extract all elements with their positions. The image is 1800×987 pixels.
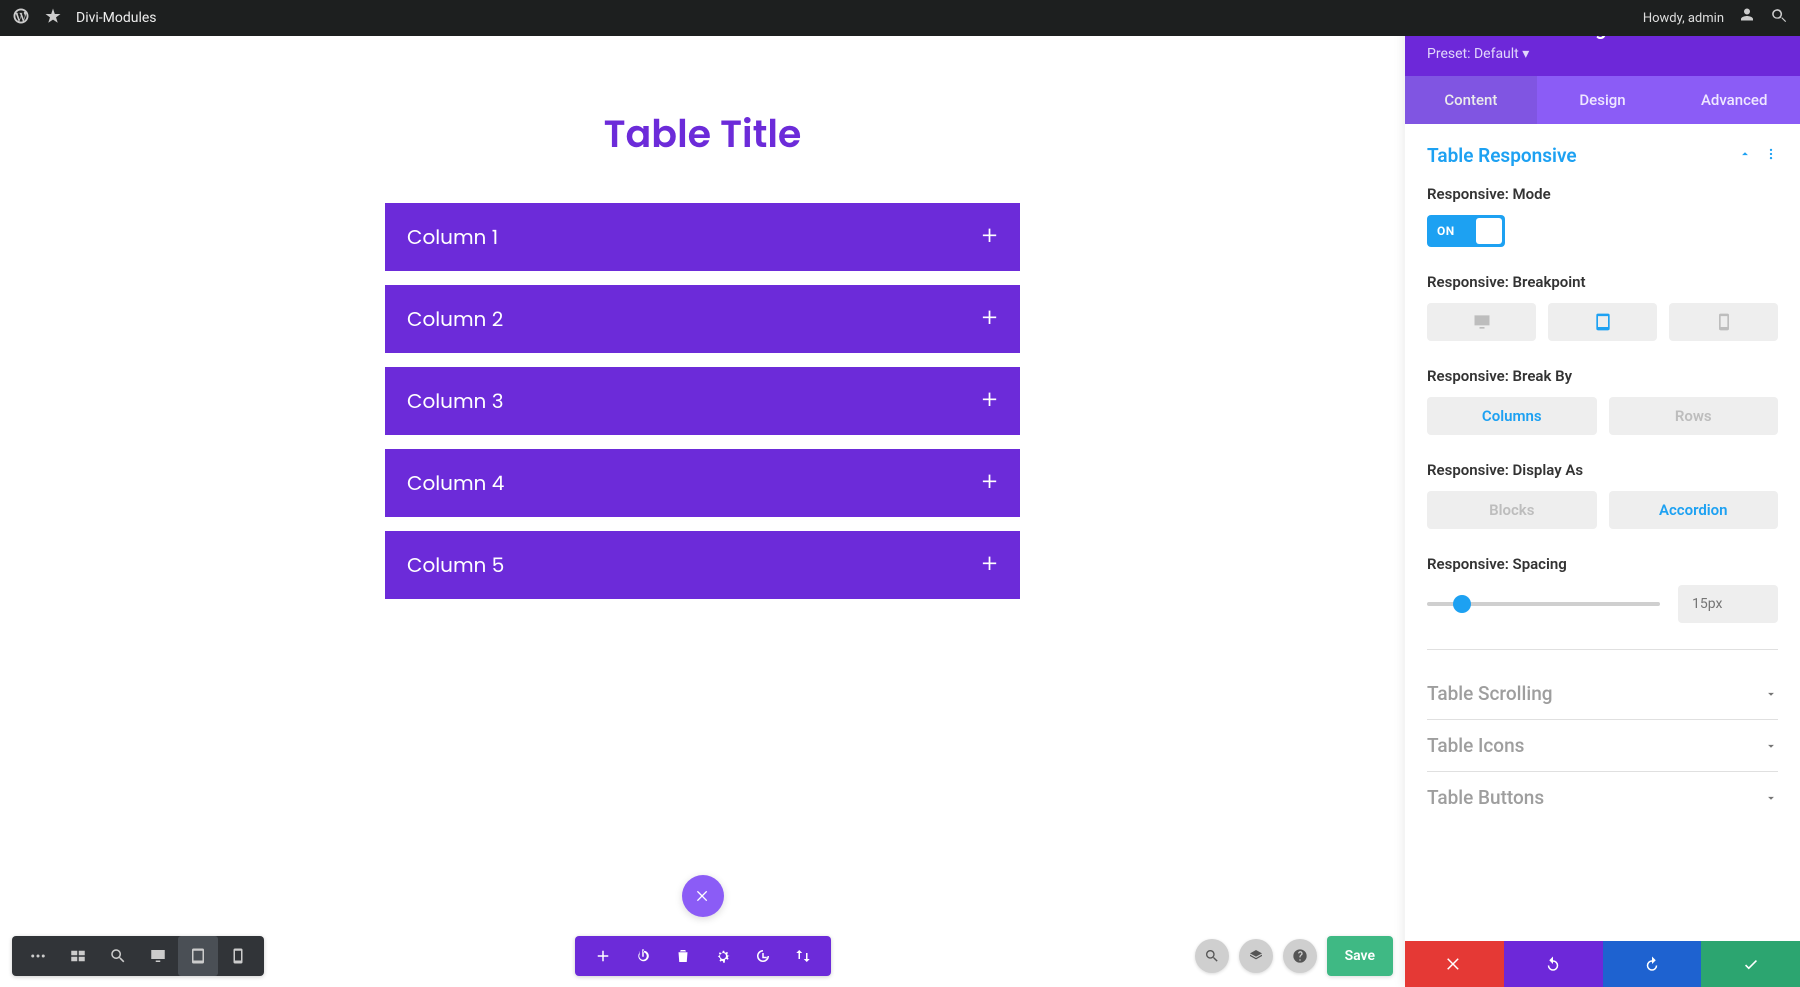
view-controls xyxy=(12,936,264,976)
toggle-responsive-mode[interactable]: ON xyxy=(1427,215,1505,247)
trash-icon[interactable] xyxy=(663,936,703,976)
field-label: Responsive: Mode xyxy=(1427,185,1778,203)
add-icon[interactable] xyxy=(583,936,623,976)
section-title: Table Scrolling xyxy=(1427,682,1553,705)
slider-track[interactable] xyxy=(1427,602,1660,606)
discard-button[interactable] xyxy=(1405,941,1504,987)
toggle-knob xyxy=(1465,215,1505,247)
plus-icon: + xyxy=(981,224,998,250)
user-icon[interactable] xyxy=(1738,7,1756,29)
site-icon[interactable] xyxy=(44,7,62,29)
section-header-responsive[interactable]: Table Responsive xyxy=(1427,144,1778,167)
settings-sidebar: Table Maker Settings Preset: Default ▾ C… xyxy=(1405,0,1800,987)
accordion-item[interactable]: Column 2 + xyxy=(385,285,1020,353)
section-title: Table Buttons xyxy=(1427,786,1544,809)
howdy-greeting[interactable]: Howdy, admin xyxy=(1643,11,1724,26)
plus-icon: + xyxy=(981,552,998,578)
history-icon[interactable] xyxy=(743,936,783,976)
preset-selector[interactable]: Preset: Default ▾ xyxy=(1427,46,1617,62)
kebab-icon[interactable] xyxy=(1764,147,1778,165)
tab-advanced[interactable]: Advanced xyxy=(1668,76,1800,124)
field-responsive-displayas: Responsive: Display As Blocks Accordion xyxy=(1427,461,1778,529)
redo-button[interactable] xyxy=(1603,941,1702,987)
layers-icon[interactable] xyxy=(1239,939,1273,973)
accordion-item[interactable]: Column 5 + xyxy=(385,531,1020,599)
chevron-up-icon xyxy=(1738,147,1752,165)
accordion-item-label: Column 1 xyxy=(407,222,498,252)
wireframe-icon[interactable] xyxy=(58,936,98,976)
accordion-item[interactable]: Column 4 + xyxy=(385,449,1020,517)
tab-design[interactable]: Design xyxy=(1537,76,1669,124)
phone-icon[interactable] xyxy=(218,936,258,976)
accordion-item-label: Column 5 xyxy=(407,550,504,580)
search-icon[interactable] xyxy=(1770,7,1788,29)
editor-viewport: Table Title Column 1 + Column 2 + Column… xyxy=(0,36,1405,987)
plus-icon: + xyxy=(981,306,998,332)
menu-icon[interactable] xyxy=(18,936,58,976)
accordion-item-label: Column 3 xyxy=(407,386,503,416)
displayas-accordion[interactable]: Accordion xyxy=(1609,491,1779,529)
tab-content[interactable]: Content xyxy=(1405,76,1537,124)
section-header-scrolling[interactable]: Table Scrolling xyxy=(1427,668,1778,719)
accordion-item[interactable]: Column 1 + xyxy=(385,203,1020,271)
field-label: Responsive: Break By xyxy=(1427,367,1778,385)
displayas-blocks[interactable]: Blocks xyxy=(1427,491,1597,529)
field-label: Responsive: Breakpoint xyxy=(1427,273,1778,291)
help-icon[interactable] xyxy=(1283,939,1317,973)
breakpoint-phone[interactable] xyxy=(1669,303,1778,341)
breakpoint-tablet[interactable] xyxy=(1548,303,1657,341)
sidebar-footer xyxy=(1405,941,1800,987)
power-icon[interactable] xyxy=(623,936,663,976)
field-responsive-breakpoint: Responsive: Breakpoint xyxy=(1427,273,1778,341)
field-label: Responsive: Spacing xyxy=(1427,555,1778,573)
desktop-icon[interactable] xyxy=(138,936,178,976)
save-button[interactable]: Save xyxy=(1327,936,1393,976)
wordpress-icon[interactable] xyxy=(12,7,30,29)
tablet-icon[interactable] xyxy=(178,936,218,976)
page-actions: Save xyxy=(1195,936,1393,976)
section-header-buttons[interactable]: Table Buttons xyxy=(1427,771,1778,823)
table-title: Table Title xyxy=(168,106,1238,163)
accordion-item-label: Column 2 xyxy=(407,304,503,334)
apply-button[interactable] xyxy=(1701,941,1800,987)
field-responsive-breakby: Responsive: Break By Columns Rows xyxy=(1427,367,1778,435)
breakby-columns[interactable]: Columns xyxy=(1427,397,1597,435)
close-builder-button[interactable] xyxy=(682,875,724,917)
sidebar-body: Table Responsive Responsive: Mode ON Res… xyxy=(1405,124,1800,941)
section-header-icons[interactable]: Table Icons xyxy=(1427,719,1778,771)
sort-icon[interactable] xyxy=(783,936,823,976)
divider xyxy=(1427,649,1778,650)
canvas: Table Title Column 1 + Column 2 + Column… xyxy=(168,36,1238,879)
chevron-down-icon xyxy=(1764,791,1778,805)
accordion-item-label: Column 4 xyxy=(407,468,504,498)
plus-icon: + xyxy=(981,388,998,414)
slider-thumb[interactable] xyxy=(1453,595,1471,613)
search-icon[interactable] xyxy=(1195,939,1229,973)
field-responsive-mode: Responsive: Mode ON xyxy=(1427,185,1778,247)
accordion-item[interactable]: Column 3 + xyxy=(385,367,1020,435)
field-label: Responsive: Display As xyxy=(1427,461,1778,479)
chevron-down-icon: ▾ xyxy=(1522,46,1529,62)
site-name[interactable]: Divi-Modules xyxy=(76,10,157,26)
wp-admin-bar: Divi-Modules Howdy, admin xyxy=(0,0,1800,36)
chevron-down-icon xyxy=(1764,687,1778,701)
accordion-columns: Column 1 + Column 2 + Column 3 + Column … xyxy=(385,203,1020,599)
section-title: Table Icons xyxy=(1427,734,1524,757)
sidebar-tabs: Content Design Advanced xyxy=(1405,76,1800,124)
module-toolbar xyxy=(575,936,831,976)
field-responsive-spacing: Responsive: Spacing 15px xyxy=(1427,555,1778,623)
chevron-down-icon xyxy=(1764,739,1778,753)
slider-value[interactable]: 15px xyxy=(1678,585,1778,623)
gear-icon[interactable] xyxy=(703,936,743,976)
section-title: Table Responsive xyxy=(1427,144,1577,167)
breakby-rows[interactable]: Rows xyxy=(1609,397,1779,435)
undo-button[interactable] xyxy=(1504,941,1603,987)
toggle-state-label: ON xyxy=(1427,215,1465,247)
breakpoint-desktop[interactable] xyxy=(1427,303,1536,341)
plus-icon: + xyxy=(981,470,998,496)
zoom-icon[interactable] xyxy=(98,936,138,976)
builder-bottom-bar: Save xyxy=(0,933,1405,979)
